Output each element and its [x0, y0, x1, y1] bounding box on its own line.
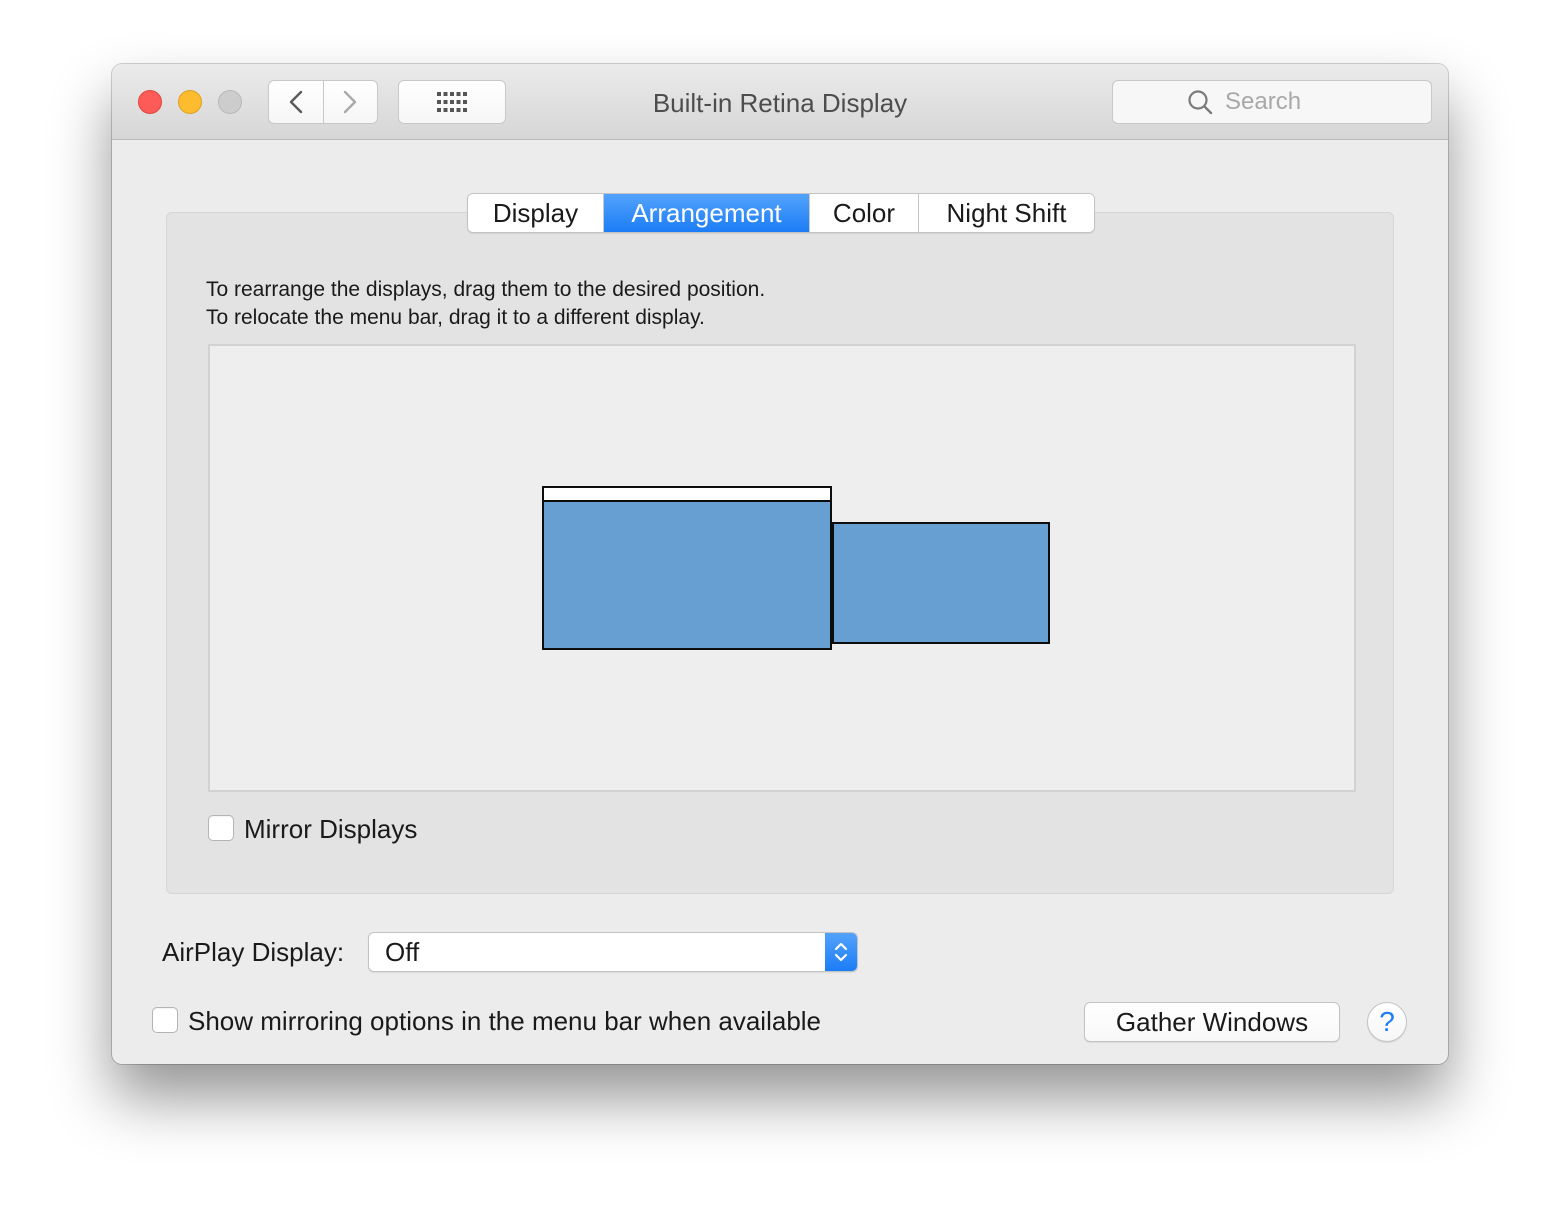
search-input[interactable]	[1223, 87, 1357, 117]
tab-arrangement[interactable]: Arrangement	[603, 194, 809, 232]
chevron-left-icon	[289, 90, 302, 114]
airplay-display-label: AirPlay Display:	[162, 937, 345, 967]
tab-bar: Display Arrangement Color Night Shift	[467, 193, 1095, 233]
help-button[interactable]: ?	[1367, 1002, 1407, 1042]
gather-windows-button[interactable]: Gather Windows	[1084, 1002, 1340, 1042]
minimize-button[interactable]	[178, 90, 202, 114]
chevron-right-icon	[344, 90, 357, 114]
arrangement-instructions: To rearrange the displays, drag them to …	[206, 276, 765, 332]
search-field[interactable]	[1112, 80, 1432, 124]
tab-night-shift[interactable]: Night Shift	[918, 194, 1094, 232]
mirror-displays-label: Mirror Displays	[244, 814, 418, 844]
mirror-displays-checkbox[interactable]	[208, 815, 234, 841]
select-arrows-icon[interactable]	[825, 933, 857, 971]
show-mirroring-options-checkbox[interactable]	[152, 1007, 178, 1033]
back-button[interactable]	[269, 81, 323, 123]
tab-color[interactable]: Color	[809, 194, 918, 232]
close-button[interactable]	[138, 90, 162, 114]
instruction-line-2: To relocate the menu bar, drag it to a d…	[206, 306, 705, 329]
search-icon	[1188, 90, 1213, 115]
tab-display[interactable]: Display	[468, 194, 603, 232]
instruction-line-1: To rearrange the displays, drag them to …	[206, 278, 766, 301]
airplay-selected-value: Off	[385, 937, 420, 967]
title-bar[interactable]: Built-in Retina Display	[112, 64, 1448, 140]
show-mirroring-options-label: Show mirroring options in the menu bar w…	[188, 1006, 822, 1036]
navigation-buttons	[268, 80, 378, 124]
airplay-display-select[interactable]: Off	[368, 932, 858, 972]
main-display-thumbnail[interactable]	[542, 486, 832, 650]
system-preferences-window: Built-in Retina Display Display Arrangem…	[112, 64, 1448, 1064]
show-all-button[interactable]	[398, 80, 506, 124]
menu-bar-indicator[interactable]	[544, 488, 830, 502]
forward-button[interactable]	[322, 81, 378, 123]
zoom-button[interactable]	[218, 90, 242, 114]
grid-icon	[437, 92, 467, 112]
secondary-display-thumbnail[interactable]	[832, 522, 1050, 644]
